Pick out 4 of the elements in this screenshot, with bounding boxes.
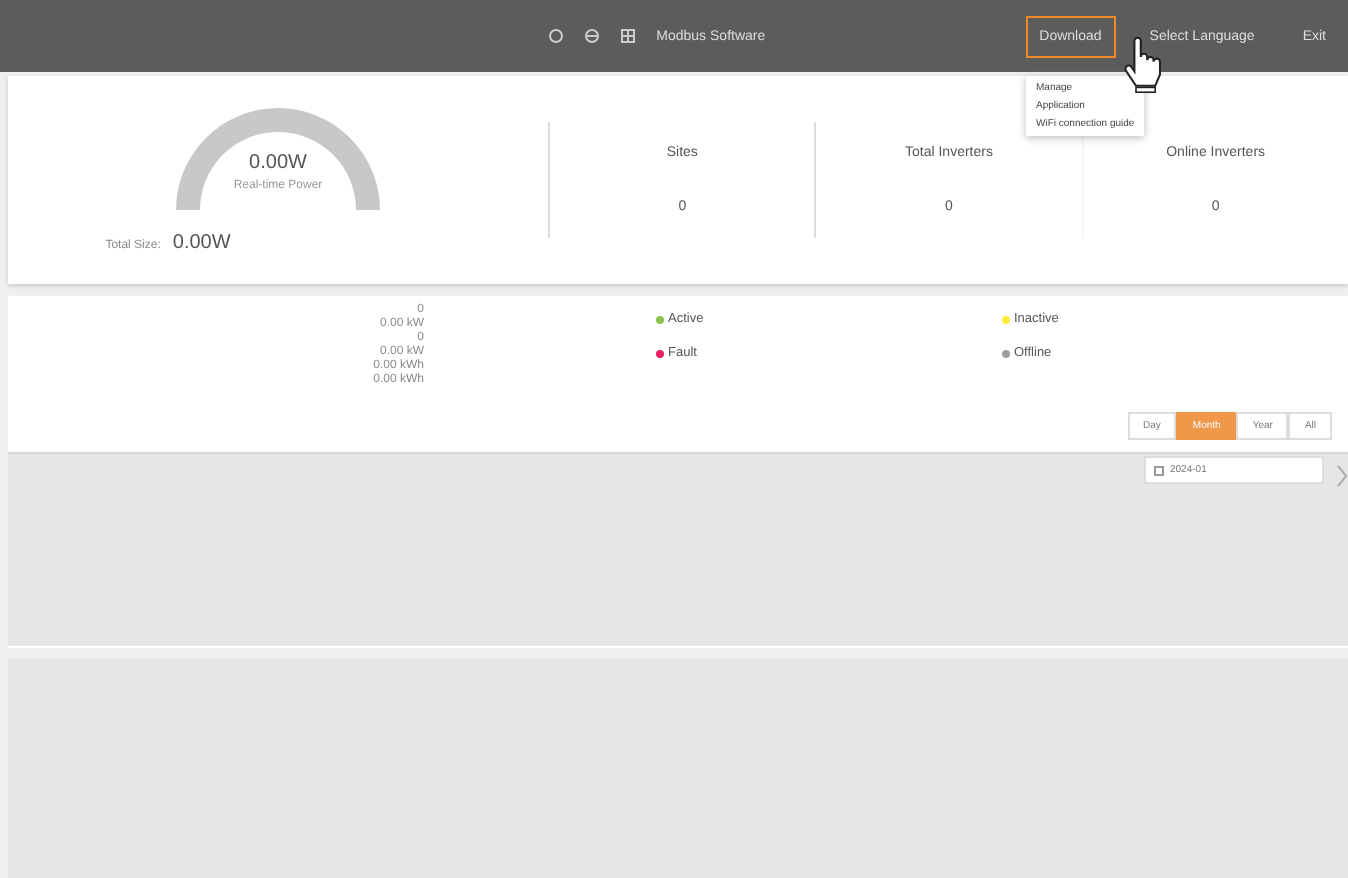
power-value: 0.00W [247, 152, 309, 174]
grid-icon[interactable] [620, 28, 637, 44]
calendar-icon [1154, 465, 1164, 475]
size-value: 0.00W [172, 232, 231, 254]
